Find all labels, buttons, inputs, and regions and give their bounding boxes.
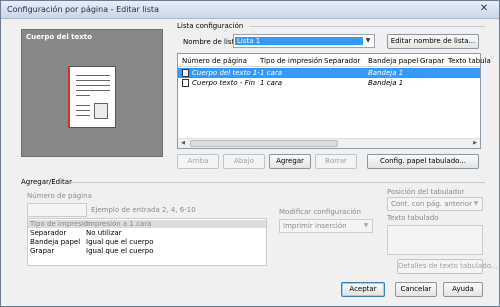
row-tray: Bandeja 1 [368,69,404,77]
page-thumbnail [68,66,116,128]
text-line [76,95,90,96]
up-button[interactable]: Arriba [177,154,219,169]
close-icon[interactable]: ✕ [477,3,491,15]
cancel-button[interactable]: Cancelar [395,282,437,297]
edit-list-name-button[interactable]: Editar nombre de lista... [387,34,479,49]
window-title: Configuración por página - Editar lista [7,5,159,14]
title-bar: Configuración por página - Editar lista … [1,1,499,19]
scrollbar-thumb[interactable] [190,140,338,147]
add-edit-group-label: Agregar/Editar [21,178,72,186]
property-row[interactable]: Tipo de impresión Impresión a 1 cara [28,220,266,228]
preview-label: Cuerpo del texto [26,33,92,41]
row-tray: Bandeja 1 [368,79,404,87]
column-header[interactable]: Texto tabula [448,57,491,65]
text-line [76,85,110,86]
tab-text-label: Texto tabulado [387,214,439,222]
page-config-list[interactable]: Número de página Tipo de impresión Separ… [177,53,491,149]
tab-text-details-button[interactable]: Detalles de texto tabulado... [397,259,498,274]
dropdown-arrow-icon[interactable]: ▼ [470,198,482,210]
down-button[interactable]: Abajo [223,154,265,169]
row-page: Cuerpo texto - Fin [192,79,256,87]
add-button[interactable]: Agregar [269,154,311,169]
text-line [76,75,110,76]
text-line [76,115,90,116]
list-config-group-label: Lista configuración [177,22,244,30]
list-name-label: Nombre de lista [183,38,239,46]
page-preview: Cuerpo del texto [21,29,163,157]
image-placeholder [94,103,108,119]
example-text: Ejemplo de entrada 2, 4, 6-10 [91,206,196,214]
help-button[interactable]: Ayuda [443,282,483,297]
text-line [76,90,110,91]
group-divider [71,182,485,183]
column-header[interactable]: Bandeja papel [368,57,418,65]
row-print-type: 1 cara [260,69,282,77]
group-divider [249,26,485,27]
document-icon [182,79,189,87]
text-line [76,80,110,81]
property-row[interactable]: Grapar Igual que el cuerpo [28,247,266,255]
property-row[interactable]: Separador No utilizar [28,229,266,237]
list-header: Número de página Tipo de impresión Separ… [178,54,491,67]
page-number-label: Número de página [27,192,92,200]
column-header[interactable]: Separador [324,57,360,65]
modify-config-label: Modificar configuración [279,208,361,216]
tab-paper-config-button[interactable]: Config. papel tabulado... [367,154,479,169]
properties-list[interactable]: Tipo de impresión Impresión a 1 cara Sep… [27,218,267,266]
scroll-left-icon[interactable]: ◀ [178,139,188,148]
text-line [76,110,90,111]
dropdown-arrow-icon[interactable]: ▼ [360,220,372,232]
list-row[interactable]: Cuerpo del texto 1- 1 cara Bandeja 1 [178,68,480,78]
scroll-right-icon[interactable]: ▶ [470,139,480,148]
row-print-type: 1 cara [260,79,282,87]
tab-text-field[interactable] [387,225,483,255]
property-row[interactable]: Bandeja papel Igual que el cuerpo [28,238,266,246]
tab-position-combo[interactable]: Cont. con pág. anterior ▼ [387,197,483,211]
column-header[interactable]: Grapar [420,57,444,65]
edit-list-dialog: Configuración por página - Editar lista … [0,0,500,307]
list-row[interactable]: Cuerpo texto - Fin 1 cara Bandeja 1 [178,78,480,88]
list-name-value: Lista 1 [235,37,363,45]
text-line [76,105,90,106]
modify-config-combo[interactable]: Imprimir inserción ▼ [279,219,373,233]
page-number-input[interactable] [27,203,87,217]
column-header[interactable]: Tipo de impresión [260,57,322,65]
accept-button[interactable]: Aceptar [341,282,385,297]
tab-position-label: Posición del tabulador [387,188,465,196]
horizontal-scrollbar[interactable]: ◀ ▶ [178,138,480,148]
dropdown-arrow-icon[interactable]: ▼ [362,35,374,47]
delete-button[interactable]: Borrar [315,154,357,169]
column-header[interactable]: Número de página [182,57,247,65]
document-icon [182,69,189,77]
list-name-combo[interactable]: Lista 1 ▼ [233,34,375,48]
row-page: Cuerpo del texto 1- [192,69,260,77]
